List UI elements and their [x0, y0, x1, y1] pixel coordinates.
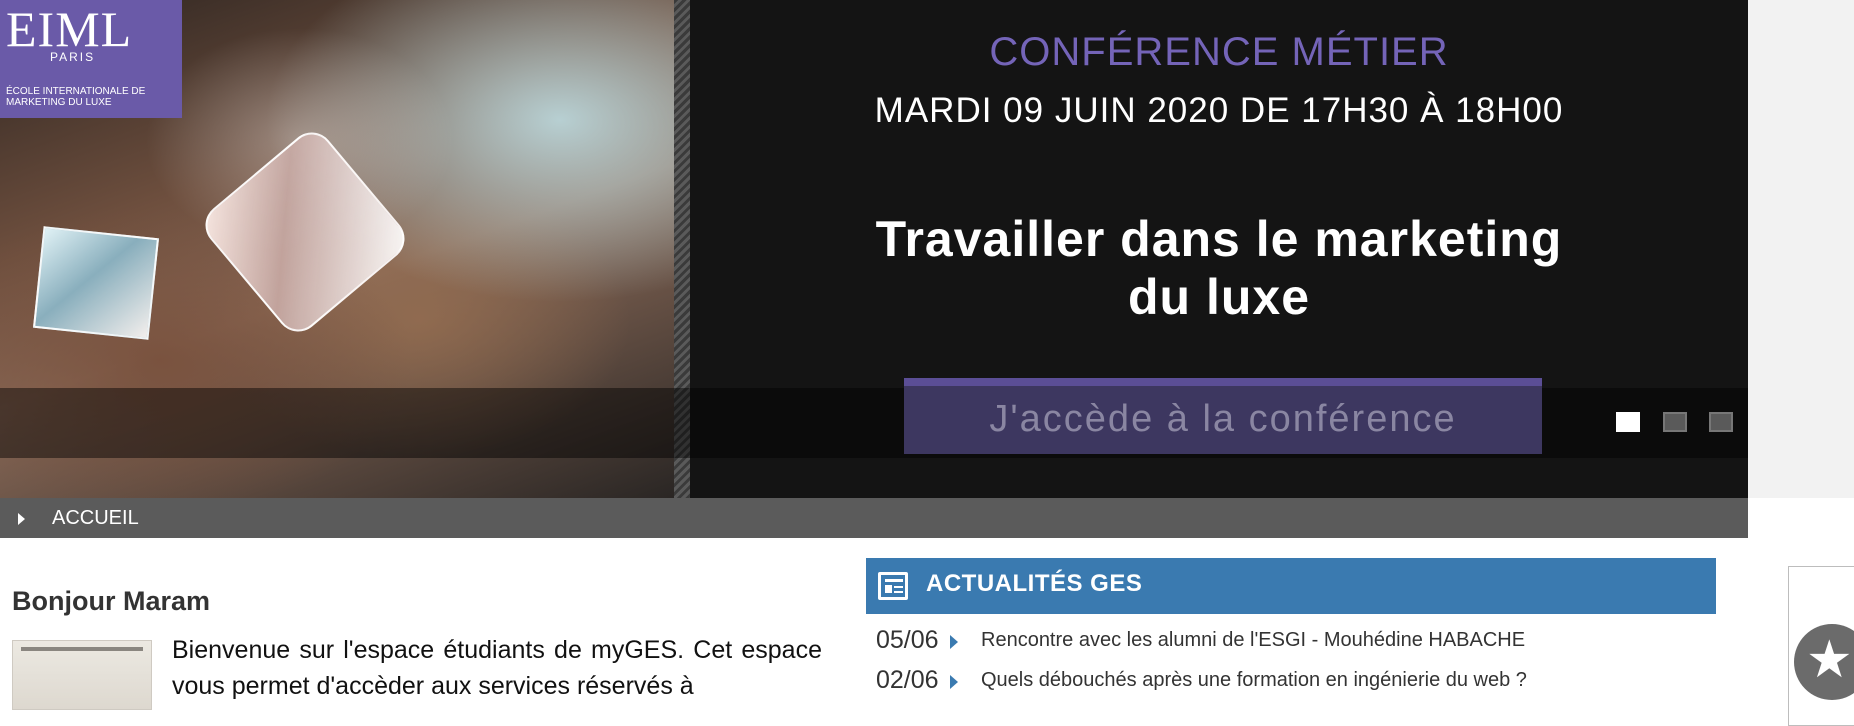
newspaper-icon [878, 572, 908, 600]
welcome-text: Bienvenue sur l'espace étudiants de myGE… [172, 636, 822, 700]
hero-banner: EIML PARIS ÉCOLE INTERNATIONALE DE MARKE… [0, 0, 1748, 498]
greeting-title: Bonjour Maram [12, 586, 211, 616]
news-link[interactable]: Quels débouchés après une formation en i… [981, 669, 1527, 692]
news-item[interactable]: 05/06 Rencontre avec les alumni de l'ESG… [876, 626, 1726, 662]
banner-gutter [1748, 0, 1854, 498]
slide-dot-3[interactable] [1709, 412, 1733, 432]
news-item[interactable]: 02/06 Quels débouchés après une formatio… [876, 666, 1726, 702]
breadcrumb-home[interactable]: ACCUEIL [52, 506, 139, 530]
caret-right-icon [950, 635, 958, 649]
image-detail [21, 647, 143, 651]
star-icon: ★ [1806, 631, 1853, 689]
news-date: 02/06 [876, 666, 939, 694]
news-link[interactable]: Rencontre avec les alumni de l'ESGI - Mo… [981, 629, 1525, 652]
caret-right-icon [18, 513, 25, 525]
join-conference-button[interactable]: J'accède à la conférence [904, 378, 1542, 454]
breadcrumb [0, 498, 1748, 538]
logo-city: PARIS [50, 50, 96, 64]
diamond-image [196, 123, 414, 341]
slide-dot-1[interactable] [1616, 412, 1640, 432]
diamond-image [32, 226, 160, 340]
news-title: ACTUALITÉS GES [926, 570, 1143, 597]
news-date: 05/06 [876, 626, 939, 654]
school-logo[interactable]: EIML PARIS ÉCOLE INTERNATIONALE DE MARKE… [0, 0, 182, 118]
welcome-image [12, 640, 152, 710]
conference-title: CONFÉRENCE MÉTIER [989, 30, 1449, 74]
headline-line-1: Travailler dans le marketing [875, 211, 1563, 267]
conference-headline: Travailler dans le marketing du luxe [690, 210, 1748, 326]
caret-right-icon [950, 675, 958, 689]
logo-name: EIML [6, 1, 133, 57]
logo-subtitle: ÉCOLE INTERNATIONALE DE MARKETING DU LUX… [6, 86, 146, 108]
conference-date: MARDI 09 JUIN 2020 DE 17H30 À 18H00 [874, 91, 1564, 130]
slide-dot-2[interactable] [1663, 412, 1687, 432]
headline-line-2: du luxe [1127, 269, 1311, 325]
